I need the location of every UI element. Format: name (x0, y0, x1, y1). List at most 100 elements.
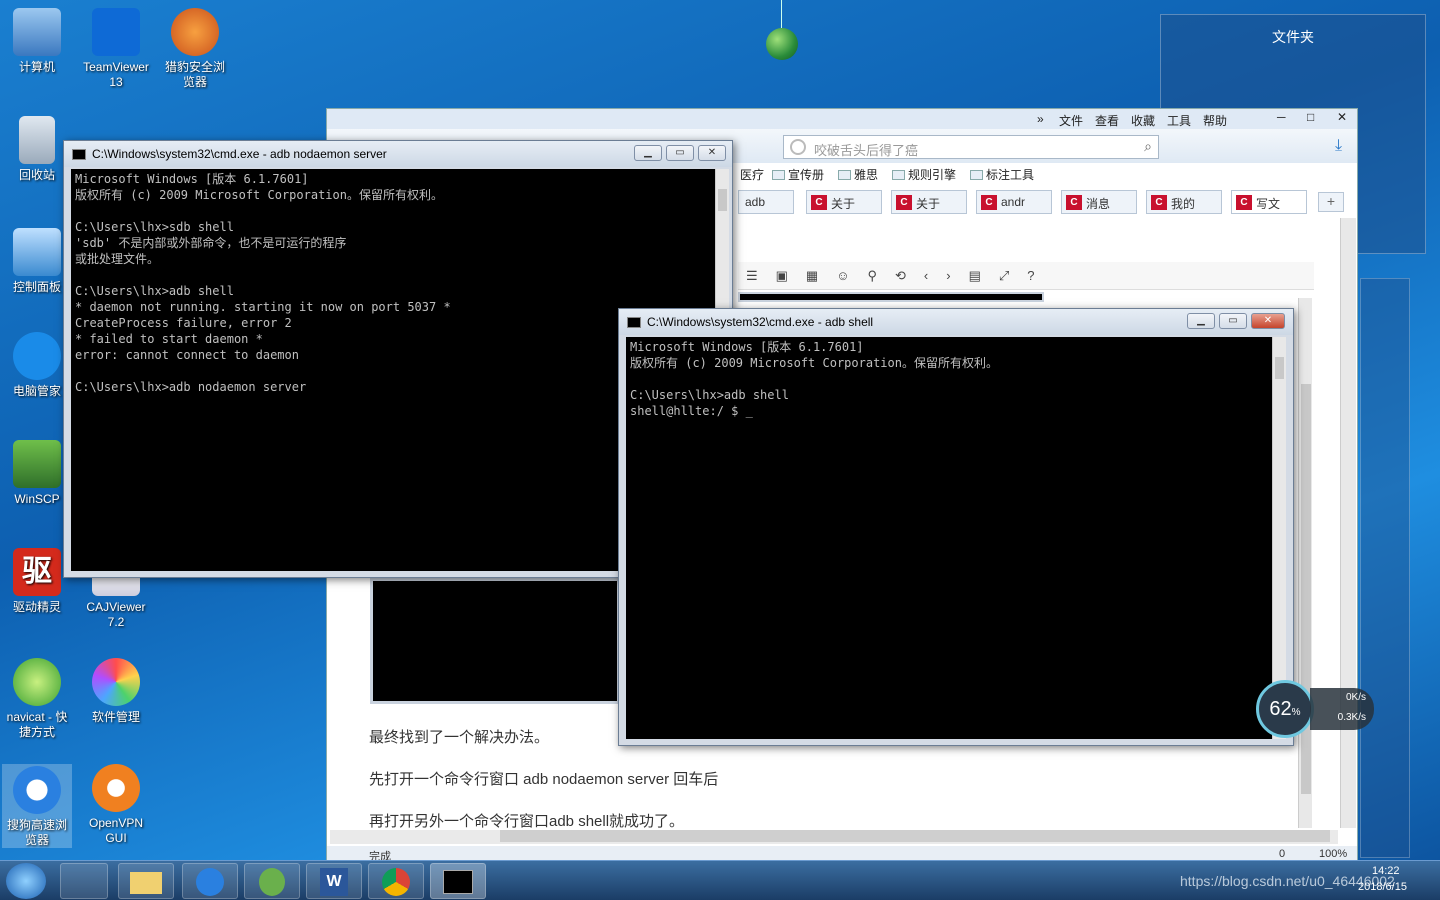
article-line-1: 先打开一个命令行窗口 adb nodaemon server 回车后 (369, 771, 719, 788)
csdn-icon: C (896, 195, 912, 210)
folder-icon (772, 170, 785, 180)
folder-icon (970, 170, 983, 180)
desktop-icon-teamviewer[interactable]: TeamViewer 13 (81, 8, 151, 90)
search-icon[interactable]: ⌕ (1144, 138, 1152, 155)
csdn-icon: C (1151, 195, 1167, 210)
desktop-icon-sogou-browser[interactable]: 搜狗高速浏览器 (2, 764, 72, 848)
globe-string (781, 0, 782, 28)
taskbar-android-studio[interactable] (244, 863, 300, 899)
desktop-icon-winscp[interactable]: WinSCP (2, 440, 72, 507)
globe-icon (766, 28, 798, 60)
bookmark-4[interactable]: 标注工具 (970, 166, 1034, 183)
start-button[interactable] (6, 863, 46, 899)
menu-file[interactable]: 文件 (1059, 112, 1083, 129)
word-icon: W (320, 868, 348, 896)
cmd-titlebar[interactable]: C:\Windows\system32\cmd.exe - adb shell … (619, 309, 1293, 335)
taskbar-explorer[interactable] (118, 863, 174, 899)
search-engine-icon (790, 139, 806, 155)
tab-5[interactable]: C 我的 (1146, 190, 1222, 214)
article-image-top (738, 292, 1044, 302)
desktop-icon-navicat[interactable]: navicat - 快捷方式 (2, 658, 72, 740)
download-icon[interactable]: ⤓ (1335, 137, 1342, 155)
status-count: 0 (1279, 848, 1286, 860)
close-button[interactable]: ✕ (698, 145, 726, 161)
network-speed-widget[interactable]: 62% 0K/s 0.3K/s (1256, 680, 1376, 738)
menu-favorites[interactable]: 收藏 (1131, 112, 1155, 129)
cmd-title: C:\Windows\system32\cmd.exe - adb shell (647, 315, 874, 329)
taskbar-chrome[interactable] (368, 863, 424, 899)
tab-4[interactable]: C 消息 (1061, 190, 1137, 214)
tab-2[interactable]: C 关于 (891, 190, 967, 214)
close-icon[interactable]: ✕ (1337, 110, 1347, 124)
upload-speed: 0K/s (1345, 692, 1366, 703)
desktop-icon-software-manager[interactable]: 软件管理 (81, 658, 151, 725)
openvpn-icon (92, 764, 140, 812)
cmd-window-shell[interactable]: C:\Windows\system32\cmd.exe - adb shell … (618, 308, 1294, 746)
bookmark-0[interactable]: 医疗 (740, 166, 764, 183)
software-manager-icon (92, 658, 140, 706)
winscp-icon (13, 440, 61, 488)
desktop-icon-driver-genius[interactable]: 驱驱动精灵 (2, 548, 72, 615)
browser-hscrollbar[interactable] (330, 830, 1338, 844)
tab-6[interactable]: C 写文 (1231, 190, 1307, 214)
new-tab-button[interactable]: + (1318, 192, 1344, 212)
desktop-icon-pc-manager[interactable]: 电脑管家 (2, 332, 72, 399)
cmd-title: C:\Windows\system32\cmd.exe - adb nodaem… (92, 147, 387, 161)
taskbar-cmd[interactable] (430, 863, 486, 899)
desktop-icon-liebao[interactable]: 猎豹安全浏览器 (160, 8, 230, 90)
maximize-button[interactable]: ▭ (666, 145, 694, 161)
zoom-level[interactable]: 100% (1319, 848, 1347, 860)
taskbar-word[interactable]: W (306, 863, 362, 899)
minimize-button[interactable]: ▁ (1187, 313, 1215, 329)
browser-menubar: » 文件 查看 收藏 工具 帮助 ─ □ ✕ (327, 109, 1357, 129)
folder-icon (892, 170, 905, 180)
bookmark-3[interactable]: 规则引擎 (892, 166, 956, 183)
editor-scrollbar[interactable] (1298, 298, 1312, 828)
csdn-icon: C (811, 195, 827, 210)
cmd-titlebar[interactable]: C:\Windows\system32\cmd.exe - adb nodaem… (64, 141, 732, 167)
control-panel-icon (13, 228, 61, 276)
desktop-icon-recycle-bin[interactable]: 回收站 (2, 116, 72, 183)
clock-date[interactable]: 2018/6/15 (1358, 881, 1407, 893)
search-box[interactable]: 咬破舌头后得了癌 ⌕ (783, 135, 1159, 159)
clock-time[interactable]: 14:22 (1372, 865, 1400, 877)
csdn-icon: C (981, 195, 997, 210)
cmd-console[interactable]: Microsoft Windows [版本 6.1.7601] 版权所有 (c)… (626, 337, 1272, 739)
cmd-scrollbar[interactable] (1272, 337, 1286, 739)
computer-icon (13, 8, 61, 56)
sogou-browser-icon (13, 766, 61, 814)
close-button[interactable]: ✕ (1251, 313, 1285, 329)
minimize-icon[interactable]: ─ (1277, 110, 1286, 124)
bookmark-2[interactable]: 雅思 (838, 166, 878, 183)
bookmark-1[interactable]: 宣传册 (772, 166, 824, 183)
search-input[interactable]: 咬破舌头后得了癌 (814, 143, 918, 158)
maximize-icon[interactable]: □ (1307, 110, 1314, 124)
tab-0[interactable]: adb (738, 190, 794, 214)
menu-view[interactable]: 查看 (1095, 112, 1119, 129)
desktop-icon-cajviewer[interactable]: CAJViewer 7.2 (81, 570, 151, 630)
navicat-icon (13, 658, 61, 706)
article-line-2: 再打开另外一个命令行窗口adb shell就成功了。 (369, 813, 685, 830)
desktop-icon-computer[interactable]: 计算机 (2, 8, 72, 75)
taskbar-media-player[interactable] (60, 863, 108, 899)
tab-1[interactable]: C 关于 (806, 190, 882, 214)
driver-genius-icon: 驱 (13, 548, 61, 596)
csdn-icon: C (1236, 195, 1252, 210)
taskbar: W https://blog.csdn.net/u0_46446002 14:2… (0, 860, 1440, 900)
teamviewer-icon (92, 8, 140, 56)
cheetah-browser-icon (171, 8, 219, 56)
menu-help[interactable]: 帮助 (1203, 112, 1227, 129)
tab-3[interactable]: Candr (976, 190, 1052, 214)
desktop-icon-openvpn[interactable]: OpenVPN GUI (81, 764, 151, 846)
android-studio-icon (259, 868, 285, 896)
cmd-icon (72, 149, 86, 160)
menu-tools[interactable]: 工具 (1167, 112, 1191, 129)
memory-gauge: 62% (1256, 680, 1314, 738)
desktop-icon-control-panel[interactable]: 控制面板 (2, 228, 72, 295)
maximize-button[interactable]: ▭ (1219, 313, 1247, 329)
download-speed: 0.3K/s (1337, 712, 1366, 723)
folder-widget-2 (1360, 278, 1410, 858)
taskbar-sogou[interactable] (182, 863, 238, 899)
menu-more[interactable]: » (1037, 112, 1044, 126)
minimize-button[interactable]: ▁ (634, 145, 662, 161)
